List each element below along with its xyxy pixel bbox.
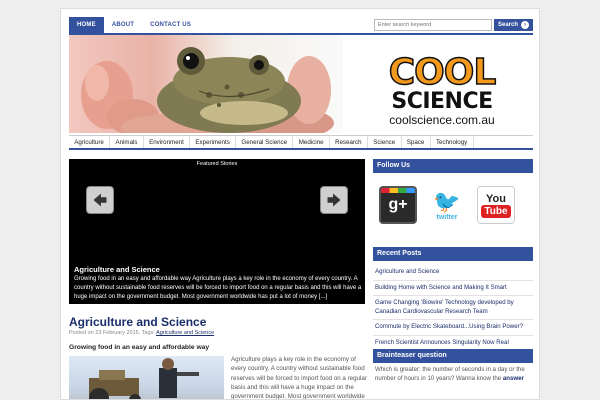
category-science[interactable]: Science [368, 136, 402, 148]
toad-in-hand-illustration [81, 47, 334, 133]
logo-url-text: coolscience.com.au [389, 113, 495, 127]
google-plus-label: g+ [388, 196, 408, 213]
tractor-illustration [89, 358, 199, 399]
youtube-you-label: You [486, 192, 506, 205]
post-meta-text: Posted on 23 February 2015. Tags: [69, 330, 155, 336]
nav-contact-us[interactable]: CONTACT US [142, 17, 199, 33]
follow-us-heading: Follow Us [373, 159, 533, 173]
twitter-bird-icon: 🐦 [433, 188, 461, 214]
arrow-right-icon [327, 193, 341, 207]
search-button[interactable]: Search › [493, 19, 533, 31]
search-form: Search › [373, 19, 533, 31]
header-banner-image [69, 35, 343, 133]
brainteaser-answer-link[interactable]: answer [503, 375, 524, 382]
nav-about[interactable]: ABOUT [104, 17, 142, 33]
google-plus-icon[interactable]: g+ [379, 186, 417, 224]
slider-next-button[interactable] [320, 186, 348, 214]
nav-home[interactable]: HOME [69, 17, 104, 33]
arrow-left-icon [93, 193, 107, 207]
category-general-science[interactable]: General Science [236, 136, 294, 148]
logo-science-text: SCIENCE [391, 89, 493, 114]
social-links: g+ 🐦 twitter You Tube [379, 186, 515, 224]
slide-title-link[interactable]: Agriculture and Science [74, 265, 160, 274]
recent-posts-heading: Recent Posts [373, 247, 533, 261]
recent-posts-list: Agriculture and Science Building Home wi… [373, 265, 533, 351]
category-environment[interactable]: Environment [144, 136, 191, 148]
slider-caption: Featured Stories [196, 161, 238, 167]
category-nav: Agriculture Animals Environment Experime… [69, 135, 533, 150]
featured-slider: Featured Stories Agriculture and Science… [69, 159, 365, 304]
post-image-tractor [69, 356, 224, 399]
brainteaser-text: Which is greater: the number of seconds … [375, 365, 531, 383]
post-subtitle: Growing food in an easy and affordable w… [69, 344, 210, 351]
twitter-label: twitter [436, 213, 458, 221]
recent-post-item[interactable]: Commute by Electric Skateboard...Using B… [373, 320, 533, 336]
twitter-icon[interactable]: 🐦 twitter [428, 186, 466, 224]
post-tag-link[interactable]: Agriculture and Science [156, 330, 214, 336]
category-experiments[interactable]: Experiments [190, 136, 237, 148]
post-excerpt: Agriculture plays a key role in the econ… [231, 356, 367, 400]
logo-cool-word: COOL [388, 52, 497, 93]
page-container: HOME ABOUT CONTACT US Search › [60, 8, 540, 400]
top-bar: HOME ABOUT CONTACT US Search › [69, 17, 533, 35]
post-meta: Posted on 23 February 2015. Tags: Agricu… [69, 330, 214, 336]
search-button-label: Search [497, 22, 518, 28]
post-title-link[interactable]: Agriculture and Science [69, 315, 206, 329]
brainteaser-heading: Brainteaser question [373, 349, 533, 363]
category-technology[interactable]: Technology [431, 136, 474, 148]
youtube-icon[interactable]: You Tube [477, 186, 515, 224]
slider-prev-button[interactable] [86, 186, 114, 214]
category-animals[interactable]: Animals [110, 136, 144, 148]
recent-post-item[interactable]: Building Home with Science and Making It… [373, 281, 533, 296]
search-input[interactable] [373, 19, 492, 31]
category-space[interactable]: Space [402, 136, 431, 148]
arrow-right-icon: › [521, 21, 529, 29]
recent-post-item[interactable]: Game Changing 'Biowire' Technology devel… [373, 296, 533, 320]
category-agriculture[interactable]: Agriculture [69, 136, 111, 148]
site-logo[interactable]: COOL SCIENCE coolscience.com.au [377, 52, 507, 133]
category-research[interactable]: Research [330, 136, 368, 148]
category-medicine[interactable]: Medicine [293, 136, 330, 148]
recent-post-item[interactable]: Agriculture and Science [373, 265, 533, 281]
youtube-tube-label: Tube [481, 204, 511, 218]
logo-cool-text: COOL [377, 52, 507, 93]
slide-excerpt: Growing food in an easy and affordable w… [74, 276, 362, 300]
